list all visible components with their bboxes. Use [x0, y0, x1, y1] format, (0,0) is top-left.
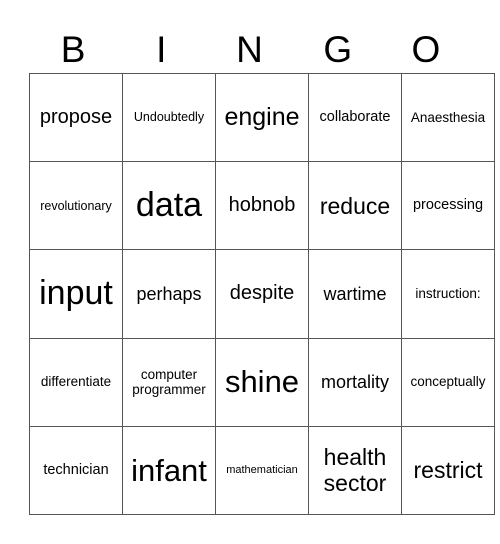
bingo-cell[interactable]: wartime: [308, 249, 402, 339]
grid-row: revolutionary data hobnob reduce process…: [29, 161, 495, 251]
bingo-cell[interactable]: revolutionary: [29, 161, 123, 251]
bingo-cell[interactable]: Undoubtedly: [122, 72, 216, 163]
header-letter-o: O: [411, 29, 441, 70]
header-letter-b: B: [60, 29, 86, 70]
bingo-cell[interactable]: instruction:: [401, 249, 495, 339]
bingo-cell[interactable]: mortality: [308, 337, 402, 427]
bingo-cell[interactable]: engine: [215, 72, 309, 163]
bingo-cell[interactable]: differentiate: [29, 337, 123, 427]
grid-row: differentiate computer programmer shine …: [29, 337, 495, 427]
bingo-cell[interactable]: conceptually: [401, 337, 495, 427]
bingo-grid: propose Undoubtedly engine collaborate A…: [29, 72, 495, 516]
header-letter-n: N: [236, 29, 263, 70]
bingo-cell[interactable]: shine: [215, 337, 309, 427]
bingo-cell[interactable]: health sector: [308, 425, 402, 516]
grid-row: propose Undoubtedly engine collaborate A…: [29, 72, 495, 163]
bingo-cell[interactable]: perhaps: [122, 249, 216, 339]
bingo-cell[interactable]: infant: [122, 425, 216, 516]
bingo-cell[interactable]: propose: [29, 72, 123, 163]
bingo-cell[interactable]: input: [29, 249, 123, 339]
bingo-cell[interactable]: mathematician: [215, 425, 309, 516]
bingo-cell[interactable]: restrict: [401, 425, 495, 516]
bingo-cell[interactable]: collaborate: [308, 72, 402, 163]
bingo-cell[interactable]: technician: [29, 425, 123, 516]
bingo-cell[interactable]: Anaesthesia: [401, 72, 495, 163]
bingo-cell[interactable]: reduce: [308, 161, 402, 251]
bingo-header: B I N G O: [29, 28, 470, 72]
bingo-cell[interactable]: data: [122, 161, 216, 251]
bingo-cell[interactable]: processing: [401, 161, 495, 251]
bingo-cell[interactable]: hobnob: [215, 161, 309, 251]
grid-row: technician infant mathematician health s…: [29, 425, 495, 516]
bingo-cell[interactable]: despite: [215, 249, 309, 339]
bingo-cell[interactable]: computer programmer: [122, 337, 216, 427]
header-letter-g: G: [323, 29, 353, 70]
grid-row: input perhaps despite wartime instructio…: [29, 249, 495, 339]
header-letter-i: I: [156, 29, 167, 70]
